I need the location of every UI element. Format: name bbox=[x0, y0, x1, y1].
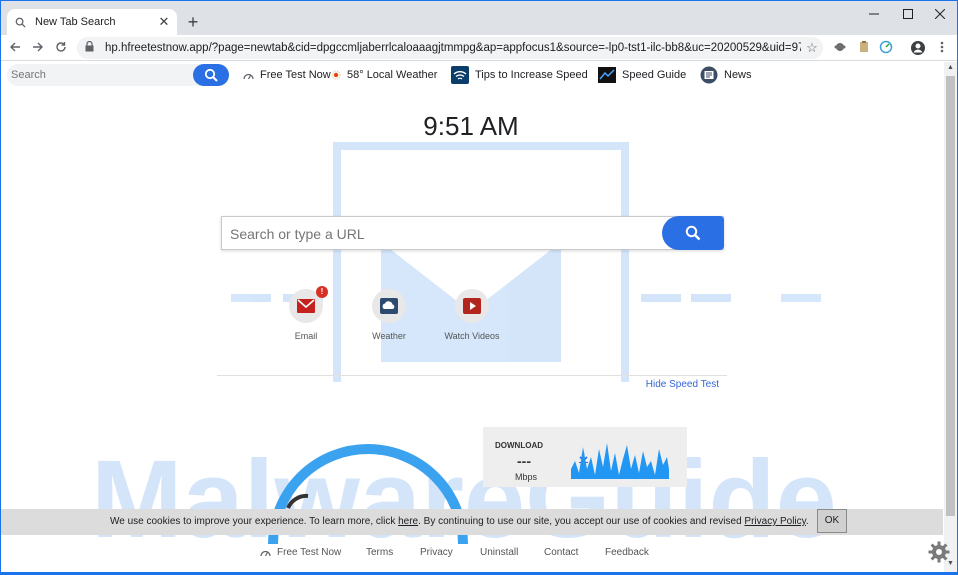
download-sparkline bbox=[571, 443, 669, 479]
extension-puzzle-icon[interactable] bbox=[833, 40, 849, 56]
topbar-search bbox=[7, 64, 229, 86]
tile-label: Weather bbox=[372, 331, 406, 341]
tile-weather[interactable]: Weather bbox=[354, 289, 424, 341]
main-search-input[interactable] bbox=[230, 224, 650, 244]
main-search-button[interactable] bbox=[662, 216, 724, 250]
topbar-link-label: News bbox=[724, 69, 752, 81]
cookie-text: . bbox=[805, 516, 809, 527]
footer-link-privacy[interactable]: Privacy bbox=[420, 547, 453, 558]
tile-label: Email bbox=[294, 331, 318, 341]
weather-icon bbox=[372, 289, 406, 323]
profile-avatar-icon[interactable] bbox=[910, 40, 926, 56]
page-footer: Free Test Now Terms Privacy Uninstall Co… bbox=[1, 545, 943, 563]
gear-icon[interactable] bbox=[928, 541, 950, 563]
privacy-policy-link[interactable]: Privacy Policy bbox=[744, 516, 806, 527]
tile-watch-videos[interactable]: Watch Videos bbox=[437, 289, 507, 341]
video-icon bbox=[455, 289, 489, 323]
topbar-link-label: Free Test Now bbox=[260, 69, 331, 81]
cookie-text: We use cookies to improve your experienc… bbox=[110, 516, 399, 527]
lock-icon bbox=[85, 40, 97, 55]
footer-link-uninstall[interactable]: Uninstall bbox=[480, 547, 518, 558]
tab-strip: New Tab Search ✕ + bbox=[1, 1, 957, 35]
footer-link-label: Free Test Now bbox=[277, 547, 342, 558]
footer-link-feedback[interactable]: Feedback bbox=[605, 547, 649, 558]
topbar-search-input[interactable] bbox=[11, 67, 191, 83]
extension-speedtest-icon[interactable] bbox=[879, 40, 895, 56]
topbar-link-speed-guide[interactable]: Speed Guide bbox=[598, 66, 686, 84]
speed-guide-icon bbox=[598, 67, 616, 83]
tab-title: New Tab Search bbox=[35, 16, 116, 28]
news-icon bbox=[700, 66, 718, 84]
forward-button[interactable] bbox=[28, 38, 48, 58]
main-search-box bbox=[221, 216, 724, 250]
new-tab-button[interactable]: + bbox=[183, 12, 203, 32]
cookie-here-link[interactable]: here bbox=[398, 516, 418, 527]
footer-link-contact[interactable]: Contact bbox=[544, 547, 578, 558]
page-topbar: Free Test Now 58° Local Weather Tips to … bbox=[1, 62, 943, 88]
topbar-link-local-weather[interactable]: 58° Local Weather bbox=[331, 66, 437, 84]
hide-speed-test-link[interactable]: Hide Speed Test bbox=[601, 379, 719, 390]
minimize-button[interactable] bbox=[859, 5, 889, 25]
section-divider bbox=[217, 375, 727, 376]
vertical-scrollbar[interactable]: ▲ ▼ bbox=[944, 62, 957, 572]
topbar-link-label: Speed Guide bbox=[622, 69, 687, 81]
tab-close-icon[interactable]: ✕ bbox=[157, 15, 171, 29]
topbar-link-news[interactable]: News bbox=[700, 66, 752, 84]
cookie-banner: We use cookies to improve your experienc… bbox=[1, 509, 943, 535]
sun-icon bbox=[331, 70, 341, 80]
browser-toolbar: hp.hfreetestnow.app/?page=newtab&cid=dpg… bbox=[1, 35, 957, 61]
search-icon bbox=[13, 15, 27, 29]
address-bar[interactable]: hp.hfreetestnow.app/?page=newtab&cid=dpg… bbox=[77, 37, 823, 59]
download-value: --- bbox=[517, 453, 531, 469]
reload-button[interactable] bbox=[51, 38, 71, 58]
email-icon: ! bbox=[289, 286, 328, 323]
search-icon bbox=[685, 225, 701, 241]
footer-link-terms[interactable]: Terms bbox=[366, 547, 393, 558]
topbar-link-label: Tips to Increase Speed bbox=[475, 69, 588, 81]
wifi-icon bbox=[451, 66, 469, 84]
search-icon bbox=[204, 68, 218, 82]
speedometer-icon bbox=[260, 550, 271, 557]
topbar-link-free-test-now[interactable]: Free Test Now bbox=[243, 66, 331, 84]
window-close-button[interactable] bbox=[925, 5, 955, 25]
maximize-button[interactable] bbox=[893, 5, 923, 25]
clock-display: 9:51 AM bbox=[423, 111, 519, 141]
tab-new-tab-search[interactable]: New Tab Search ✕ bbox=[7, 9, 177, 35]
download-label: DOWNLOAD bbox=[495, 441, 543, 450]
extension-clipboard-icon[interactable] bbox=[857, 40, 873, 56]
topbar-link-label: 58° Local Weather bbox=[347, 69, 438, 81]
footer-link-free-test-now[interactable]: Free Test Now bbox=[260, 547, 341, 558]
tile-label: Watch Videos bbox=[444, 331, 500, 341]
topbar-search-button[interactable] bbox=[193, 64, 229, 86]
more-menu-icon[interactable] bbox=[935, 40, 951, 56]
download-unit: Mbps bbox=[515, 472, 538, 482]
scroll-up-arrow-icon[interactable]: ▲ bbox=[944, 62, 957, 74]
bookmark-star-icon[interactable]: ☆ bbox=[801, 40, 823, 56]
topbar-link-tips-speed[interactable]: Tips to Increase Speed bbox=[451, 66, 588, 84]
url-text: hp.hfreetestnow.app/?page=newtab&cid=dpg… bbox=[105, 42, 801, 54]
tile-email[interactable]: ! Email bbox=[271, 286, 341, 341]
back-button[interactable] bbox=[5, 38, 25, 58]
browser-window: New Tab Search ✕ + hp.hfreetestnow.app/?… bbox=[0, 0, 958, 575]
cookie-ok-button[interactable]: OK bbox=[817, 509, 847, 533]
notification-badge: ! bbox=[316, 286, 328, 298]
speedometer-icon bbox=[243, 71, 254, 80]
cookie-text: . By continuing to use our site, you acc… bbox=[418, 516, 745, 527]
download-card: DOWNLOAD --- Mbps bbox=[483, 427, 687, 487]
scrollbar-thumb[interactable] bbox=[946, 76, 955, 516]
